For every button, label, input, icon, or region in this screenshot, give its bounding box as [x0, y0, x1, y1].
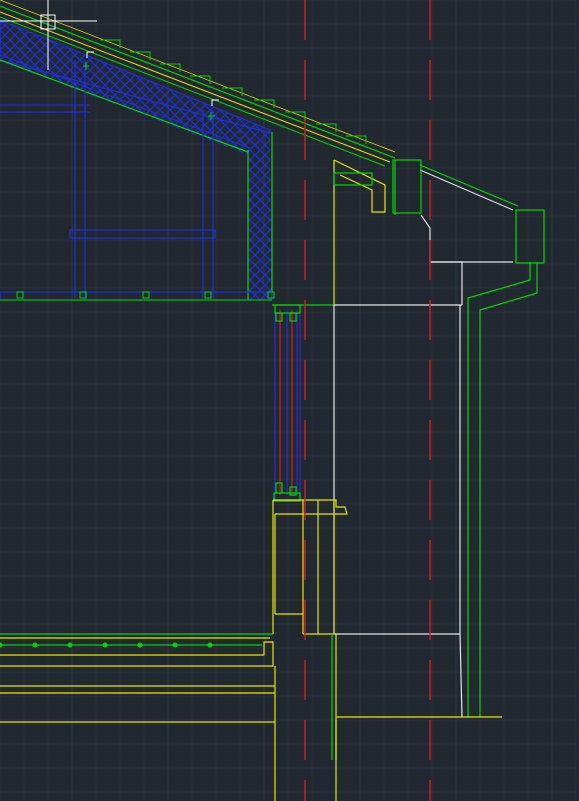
- heating-pipe-marker: [102, 642, 108, 648]
- ceiling-fixings: [0, 291, 275, 301]
- heating-pipe-marker: [0, 642, 3, 648]
- downpipe: [467, 262, 538, 717]
- window-frame: [273, 304, 301, 502]
- heating-pipe-marker: [67, 642, 73, 648]
- floor-slab: [0, 633, 502, 801]
- heating-pipe-marker: [207, 642, 213, 648]
- wall-outline: [333, 305, 463, 718]
- heating-pipe-marker: [32, 642, 38, 648]
- drawing-grid: [0, 0, 579, 801]
- drawing-canvas[interactable]: [0, 0, 579, 801]
- roof-insulation-layer: [0, 19, 273, 300]
- heating-pipe-marker: [172, 642, 178, 648]
- heating-pipe-marker: [137, 642, 143, 648]
- cad-drawing-viewport[interactable]: [0, 0, 579, 801]
